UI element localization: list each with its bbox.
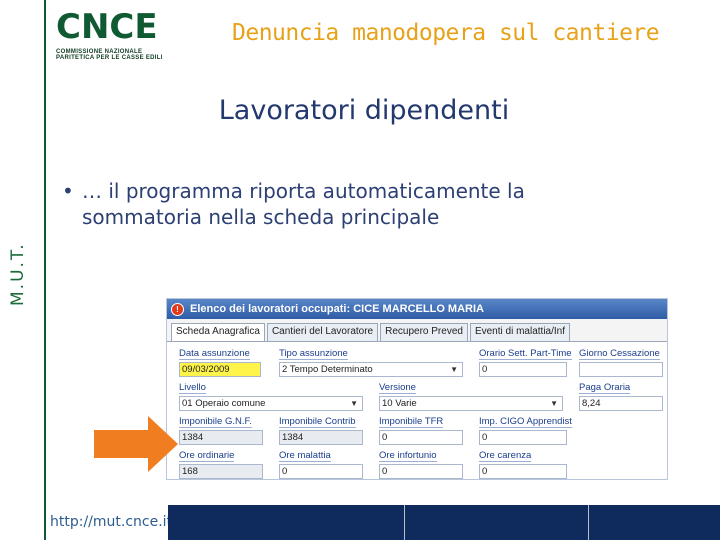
footer-url-link[interactable]: http://mut.cnce.it bbox=[50, 514, 172, 530]
footer-divider bbox=[588, 505, 589, 540]
label-ore-malattia: Ore malattia bbox=[279, 450, 331, 462]
sidebar-rule bbox=[44, 0, 46, 540]
input-imponibile-tfr[interactable]: 0 bbox=[379, 430, 463, 445]
label-livello: Livello bbox=[179, 382, 206, 394]
select-livello-value: 01 Operaio comune bbox=[182, 398, 266, 409]
label-imponibile-gnf: Imponibile G.N.F. bbox=[179, 416, 252, 428]
input-data-assunzione[interactable]: 09/03/2009 bbox=[179, 362, 261, 377]
label-ore-carenza: Ore carenza bbox=[479, 450, 532, 462]
select-tipo-assunzione[interactable]: 2 Tempo Determinato ▼ bbox=[279, 362, 463, 377]
tab-scheda-anagrafica[interactable]: Scheda Anagrafica bbox=[171, 323, 265, 341]
footer-divider bbox=[404, 505, 405, 540]
tab-recupero-preved[interactable]: Recupero Preved bbox=[380, 323, 468, 341]
logo-line-2: PARITETICA PER LE CASSE EDILI bbox=[56, 55, 163, 61]
label-tipo-assunzione: Tipo assunzione bbox=[279, 348, 348, 360]
label-imponibile-tfr: Imponibile TFR bbox=[379, 416, 444, 428]
tab-eventi-malattia[interactable]: Eventi di malattia/Inf bbox=[469, 323, 570, 341]
workers-window: ! Elenco dei lavoratori occupati: CICE M… bbox=[166, 298, 668, 480]
input-imponibile-contrib[interactable]: 1384 bbox=[279, 430, 363, 445]
footer-bar bbox=[168, 505, 720, 540]
select-versione-value: 10 Varie bbox=[382, 398, 417, 409]
label-imponibile-contrib: Imponibile Contrib bbox=[279, 416, 356, 428]
window-title: Elenco dei lavoratori occupati: CICE MAR… bbox=[190, 303, 484, 315]
slide-header: Denuncia manodopera sul cantiere bbox=[232, 20, 660, 46]
input-paga-oraria[interactable]: 8,24 bbox=[579, 396, 663, 411]
label-giorno-cessazione: Giorno Cessazione bbox=[579, 348, 660, 360]
select-versione[interactable]: 10 Varie ▼ bbox=[379, 396, 563, 411]
input-imponibile-gnf[interactable]: 1384 bbox=[179, 430, 263, 445]
label-orario-sett: Orario Sett. Part-Time bbox=[479, 348, 572, 360]
vertical-label: M.U.T. bbox=[8, 242, 28, 306]
logo-word: CNCE bbox=[56, 8, 158, 44]
input-orario-sett[interactable]: 0 bbox=[479, 362, 567, 377]
select-tipo-assunzione-value: 2 Tempo Determinato bbox=[282, 364, 373, 375]
dropdown-arrow-icon: ▼ bbox=[550, 399, 558, 408]
label-ore-infortunio: Ore infortunio bbox=[379, 450, 437, 462]
arrow-right-icon bbox=[94, 416, 178, 472]
bullet-marker: • bbox=[62, 179, 74, 203]
input-giorno-cessazione[interactable] bbox=[579, 362, 663, 377]
dropdown-arrow-icon: ▼ bbox=[350, 399, 358, 408]
input-ore-ordinarie[interactable]: 168 bbox=[179, 464, 263, 479]
cnce-logo: CNCE COMMISSIONE NAZIONALE PARITETICA PE… bbox=[56, 7, 186, 62]
tab-strip: Scheda Anagrafica Cantieri del Lavorator… bbox=[167, 323, 667, 342]
dropdown-arrow-icon: ▼ bbox=[450, 365, 458, 374]
input-ore-carenza[interactable]: 0 bbox=[479, 464, 567, 479]
input-ore-infortunio[interactable]: 0 bbox=[379, 464, 463, 479]
select-livello[interactable]: 01 Operaio comune ▼ bbox=[179, 396, 363, 411]
label-data-assunzione: Data assunzione bbox=[179, 348, 250, 360]
label-versione: Versione bbox=[379, 382, 416, 394]
slide-title: Lavoratori dipendenti bbox=[218, 95, 510, 126]
bullet-text: … il programma riporta automaticamente l… bbox=[82, 179, 525, 229]
input-imp-cigo[interactable]: 0 bbox=[479, 430, 567, 445]
label-paga-oraria: Paga Oraria bbox=[579, 382, 631, 394]
form-area: Data assunzione 09/03/2009 Tipo assunzio… bbox=[167, 342, 667, 479]
alert-icon: ! bbox=[171, 302, 184, 316]
input-ore-malattia[interactable]: 0 bbox=[279, 464, 363, 479]
label-imp-cigo: Imp. CIGO Apprendist bbox=[479, 416, 572, 428]
window-titlebar: ! Elenco dei lavoratori occupati: CICE M… bbox=[167, 299, 667, 319]
label-ore-ordinarie: Ore ordinarie bbox=[179, 450, 235, 462]
tab-cantieri-lavoratore[interactable]: Cantieri del Lavoratore bbox=[266, 323, 379, 341]
bullet-item: • … il programma riporta automaticamente… bbox=[62, 178, 642, 230]
